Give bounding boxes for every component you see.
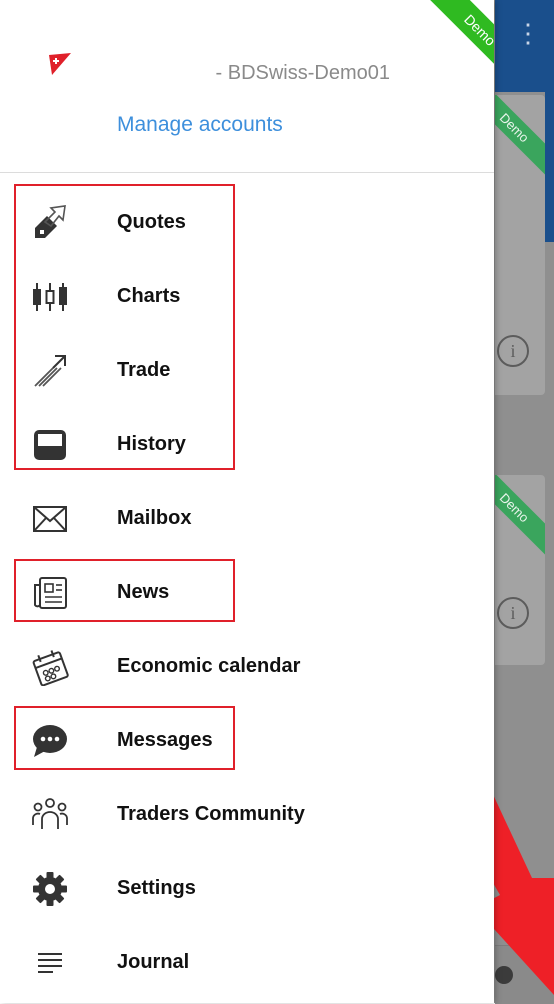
account-name: - BDSwiss-Demo01 [215,62,390,84]
overflow-menu-icon[interactable]: ⋮ [515,20,541,46]
menu-item-journal[interactable]: Journal [0,927,494,1001]
community-icon [30,795,70,835]
manage-accounts-link[interactable]: Manage accounts [117,113,283,137]
divider [0,172,494,173]
menu-item-traders-community[interactable]: Traders Community [0,779,494,853]
demo-ribbon: Demo [427,0,494,83]
navigation-drawer: Demo - BDSwiss-Demo01 Manage accounts Qu… [0,0,494,1003]
background-account-card[interactable]: Demo i [495,95,545,395]
menu-item-economic-calendar[interactable]: Economic calendar [0,631,494,705]
menu-label: Settings [117,877,196,899]
demo-ribbon-card: Demo [495,475,545,555]
menu-label: Traders Community [117,803,305,825]
highlight-box-trading [14,184,235,470]
bdswiss-logo-icon [49,53,71,75]
menu-item-settings[interactable]: Settings [0,853,494,927]
highlight-box-news [14,559,235,622]
background-scroll-indicator [545,92,554,242]
info-icon[interactable]: i [497,335,529,367]
journal-lines-icon [30,943,70,983]
demo-ribbon-card: Demo [495,95,545,175]
menu-label: Mailbox [117,507,192,529]
gear-icon [30,869,70,909]
menu-label: Journal [117,951,190,973]
calendar-icon [30,647,70,687]
envelope-icon [30,499,70,539]
menu-item-mailbox[interactable]: Mailbox [0,483,494,557]
menu-label: Economic calendar [117,655,301,677]
background-toolbar: ⋮ [495,0,554,92]
highlight-box-messages [14,706,235,770]
